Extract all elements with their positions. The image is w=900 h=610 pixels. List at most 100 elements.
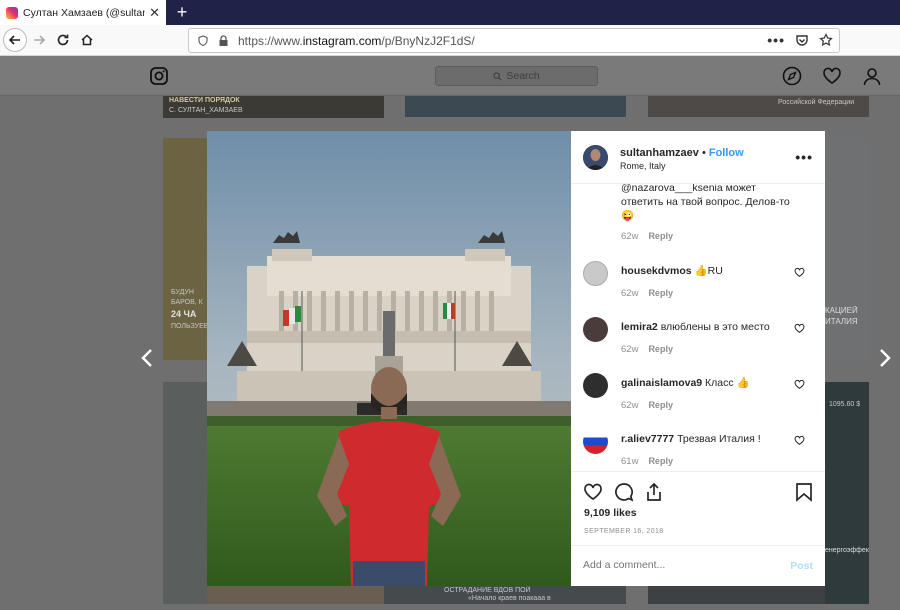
- search-box[interactable]: Search: [435, 66, 598, 86]
- comment-username[interactable]: housekdvmos: [621, 265, 692, 277]
- grid-post-thumbnail[interactable]: [648, 586, 825, 604]
- separator-dot: •: [701, 147, 706, 159]
- url-text: https://www.instagram.com/p/BnyNzJ2F1dS/: [238, 34, 475, 48]
- tile-caption: С. СУЛТАН_ХАМЗАЕВ: [169, 107, 243, 114]
- tile-caption: ПОЛЬЗУЕВ: [171, 323, 209, 330]
- save-bookmark-icon[interactable]: [795, 482, 813, 502]
- likes-count[interactable]: 9,109 likes: [584, 507, 637, 519]
- like-comment-heart-icon[interactable]: [794, 323, 805, 334]
- comment-time: 62w: [621, 344, 639, 355]
- reply-button[interactable]: Reply: [648, 456, 673, 466]
- grid-post-thumbnail[interactable]: 1095.60 $ енергоэффек: [825, 382, 869, 604]
- back-arrow-icon: [8, 35, 20, 45]
- tile-caption: ИТАЛИЯ: [825, 317, 858, 326]
- address-bar[interactable]: https://www.instagram.com/p/BnyNzJ2F1dS/…: [188, 28, 840, 53]
- like-comment-heart-icon[interactable]: [794, 435, 805, 446]
- home-button[interactable]: [75, 28, 99, 52]
- forward-button[interactable]: [27, 28, 51, 52]
- reply-button[interactable]: Reply: [648, 231, 673, 241]
- tile-caption: «Начало краев поакааа в: [468, 595, 551, 602]
- comment-meta: 61w Reply: [621, 456, 673, 467]
- vittoriano-photo: [207, 131, 571, 586]
- tab-bar: Султан Хамзаев (@sultanham ✕ +: [0, 0, 900, 25]
- grid-post-thumbnail[interactable]: ОСТРАДАНИЕ ВДОВ ПОЙ «Начало краев поакаа…: [384, 586, 626, 604]
- instagram-logo-icon[interactable]: [150, 67, 168, 85]
- next-post-arrow-icon[interactable]: [875, 346, 895, 370]
- comment-meta: 62w Reply: [621, 231, 673, 242]
- reply-button[interactable]: Reply: [648, 288, 673, 298]
- browser-tab[interactable]: Султан Хамзаев (@sultanham ✕: [0, 0, 166, 25]
- post-comment-button[interactable]: Post: [790, 560, 813, 572]
- previous-post-arrow-icon[interactable]: [137, 346, 157, 370]
- comment-meta: 62w Reply: [621, 400, 673, 411]
- avatar[interactable]: [583, 373, 608, 398]
- tile-caption: КАЦИЕЙ: [825, 306, 858, 315]
- back-button[interactable]: [3, 28, 27, 52]
- post-photo[interactable]: [207, 131, 571, 586]
- search-icon: [493, 71, 502, 80]
- comment-username[interactable]: r.aliev7777: [621, 433, 674, 445]
- post-header: sultanhamzaev • Follow Rome, Italy •••: [571, 131, 825, 184]
- comments-list[interactable]: @nazarova___ksenia может ответить на тво…: [571, 184, 825, 471]
- profile-icon[interactable]: [862, 66, 882, 86]
- comment-username[interactable]: galinaislamova9: [621, 377, 702, 389]
- grid-post-thumbnail[interactable]: [163, 382, 207, 604]
- tile-caption: енергоэффек: [825, 547, 869, 554]
- grid-post-thumbnail[interactable]: КАЦИЕЙ ИТАЛИЯ: [825, 138, 869, 360]
- reload-icon: [57, 34, 69, 46]
- grid-post-thumbnail[interactable]: [207, 586, 384, 604]
- pocket-icon[interactable]: [795, 33, 809, 47]
- follow-button[interactable]: Follow: [709, 147, 744, 159]
- grid-post-thumbnail[interactable]: [405, 96, 626, 117]
- instagram-header: Search: [0, 56, 900, 96]
- reload-button[interactable]: [51, 28, 75, 52]
- share-icon[interactable]: [644, 482, 664, 502]
- comment-time: 62w: [621, 400, 639, 411]
- tile-caption: БАРОВ, К: [171, 299, 203, 306]
- more-options-button[interactable]: •••: [795, 149, 813, 165]
- page-actions-button[interactable]: •••: [767, 33, 785, 47]
- avatar[interactable]: [583, 317, 608, 342]
- compass-icon[interactable]: [782, 66, 802, 86]
- comment-text: housekdvmos 👍RU: [621, 264, 796, 278]
- like-heart-icon[interactable]: [583, 482, 603, 502]
- grid-post-thumbnail[interactable]: НАВЕСТИ ПОРЯДОК С. СУЛТАН_ХАМЗАЕВ: [163, 96, 384, 118]
- avatar[interactable]: [583, 261, 608, 286]
- comment-time: 62w: [621, 288, 639, 299]
- heart-icon[interactable]: [822, 66, 842, 86]
- post-date: SEPTEMBER 16, 2018: [584, 528, 664, 535]
- tab-close-icon[interactable]: ✕: [149, 6, 160, 19]
- comment-username[interactable]: lemira2: [621, 321, 658, 333]
- like-comment-heart-icon[interactable]: [794, 267, 805, 278]
- location-link[interactable]: Rome, Italy: [620, 161, 666, 171]
- new-tab-button[interactable]: +: [172, 2, 192, 22]
- comment-time: 61w: [621, 456, 639, 467]
- reply-button[interactable]: Reply: [648, 344, 673, 354]
- url-path: /p/BnyNzJ2F1dS/: [381, 33, 475, 48]
- post-actions: 9,109 likes SEPTEMBER 16, 2018: [571, 471, 825, 545]
- tile-caption: НАВЕСТИ ПОРЯДОК: [169, 97, 240, 104]
- grid-post-thumbnail[interactable]: БУДУН БАРОВ, К 24 ЧА ПОЛЬЗУЕВ: [163, 138, 209, 360]
- url-host: instagram.com: [302, 33, 382, 48]
- home-icon: [81, 34, 93, 46]
- comment-text: lemira2 влюблены в это место: [621, 320, 796, 334]
- lock-icon[interactable]: [214, 34, 232, 47]
- author-username[interactable]: sultanhamzaev: [620, 147, 699, 159]
- tile-caption: Российской Федерации: [778, 99, 855, 106]
- comment-body: влюблены в это место: [660, 321, 770, 333]
- comment-text: galinaislamova9 Класс 👍: [621, 376, 796, 390]
- like-comment-heart-icon[interactable]: [794, 379, 805, 390]
- site-info-icon[interactable]: [192, 34, 214, 47]
- grid-post-thumbnail[interactable]: Российской Федерации: [648, 96, 869, 117]
- comment-bubble-icon[interactable]: [614, 482, 634, 502]
- comment-time: 62w: [621, 231, 639, 242]
- add-comment-input[interactable]: [583, 559, 763, 571]
- forward-arrow-icon: [34, 35, 46, 45]
- avatar[interactable]: [583, 145, 608, 170]
- instagram-favicon-icon: [6, 6, 18, 19]
- comment-body: 👍RU: [694, 265, 723, 277]
- bookmark-star-icon[interactable]: [819, 33, 833, 47]
- avatar[interactable]: [583, 429, 608, 454]
- search-placeholder: Search: [506, 70, 540, 82]
- reply-button[interactable]: Reply: [648, 400, 673, 410]
